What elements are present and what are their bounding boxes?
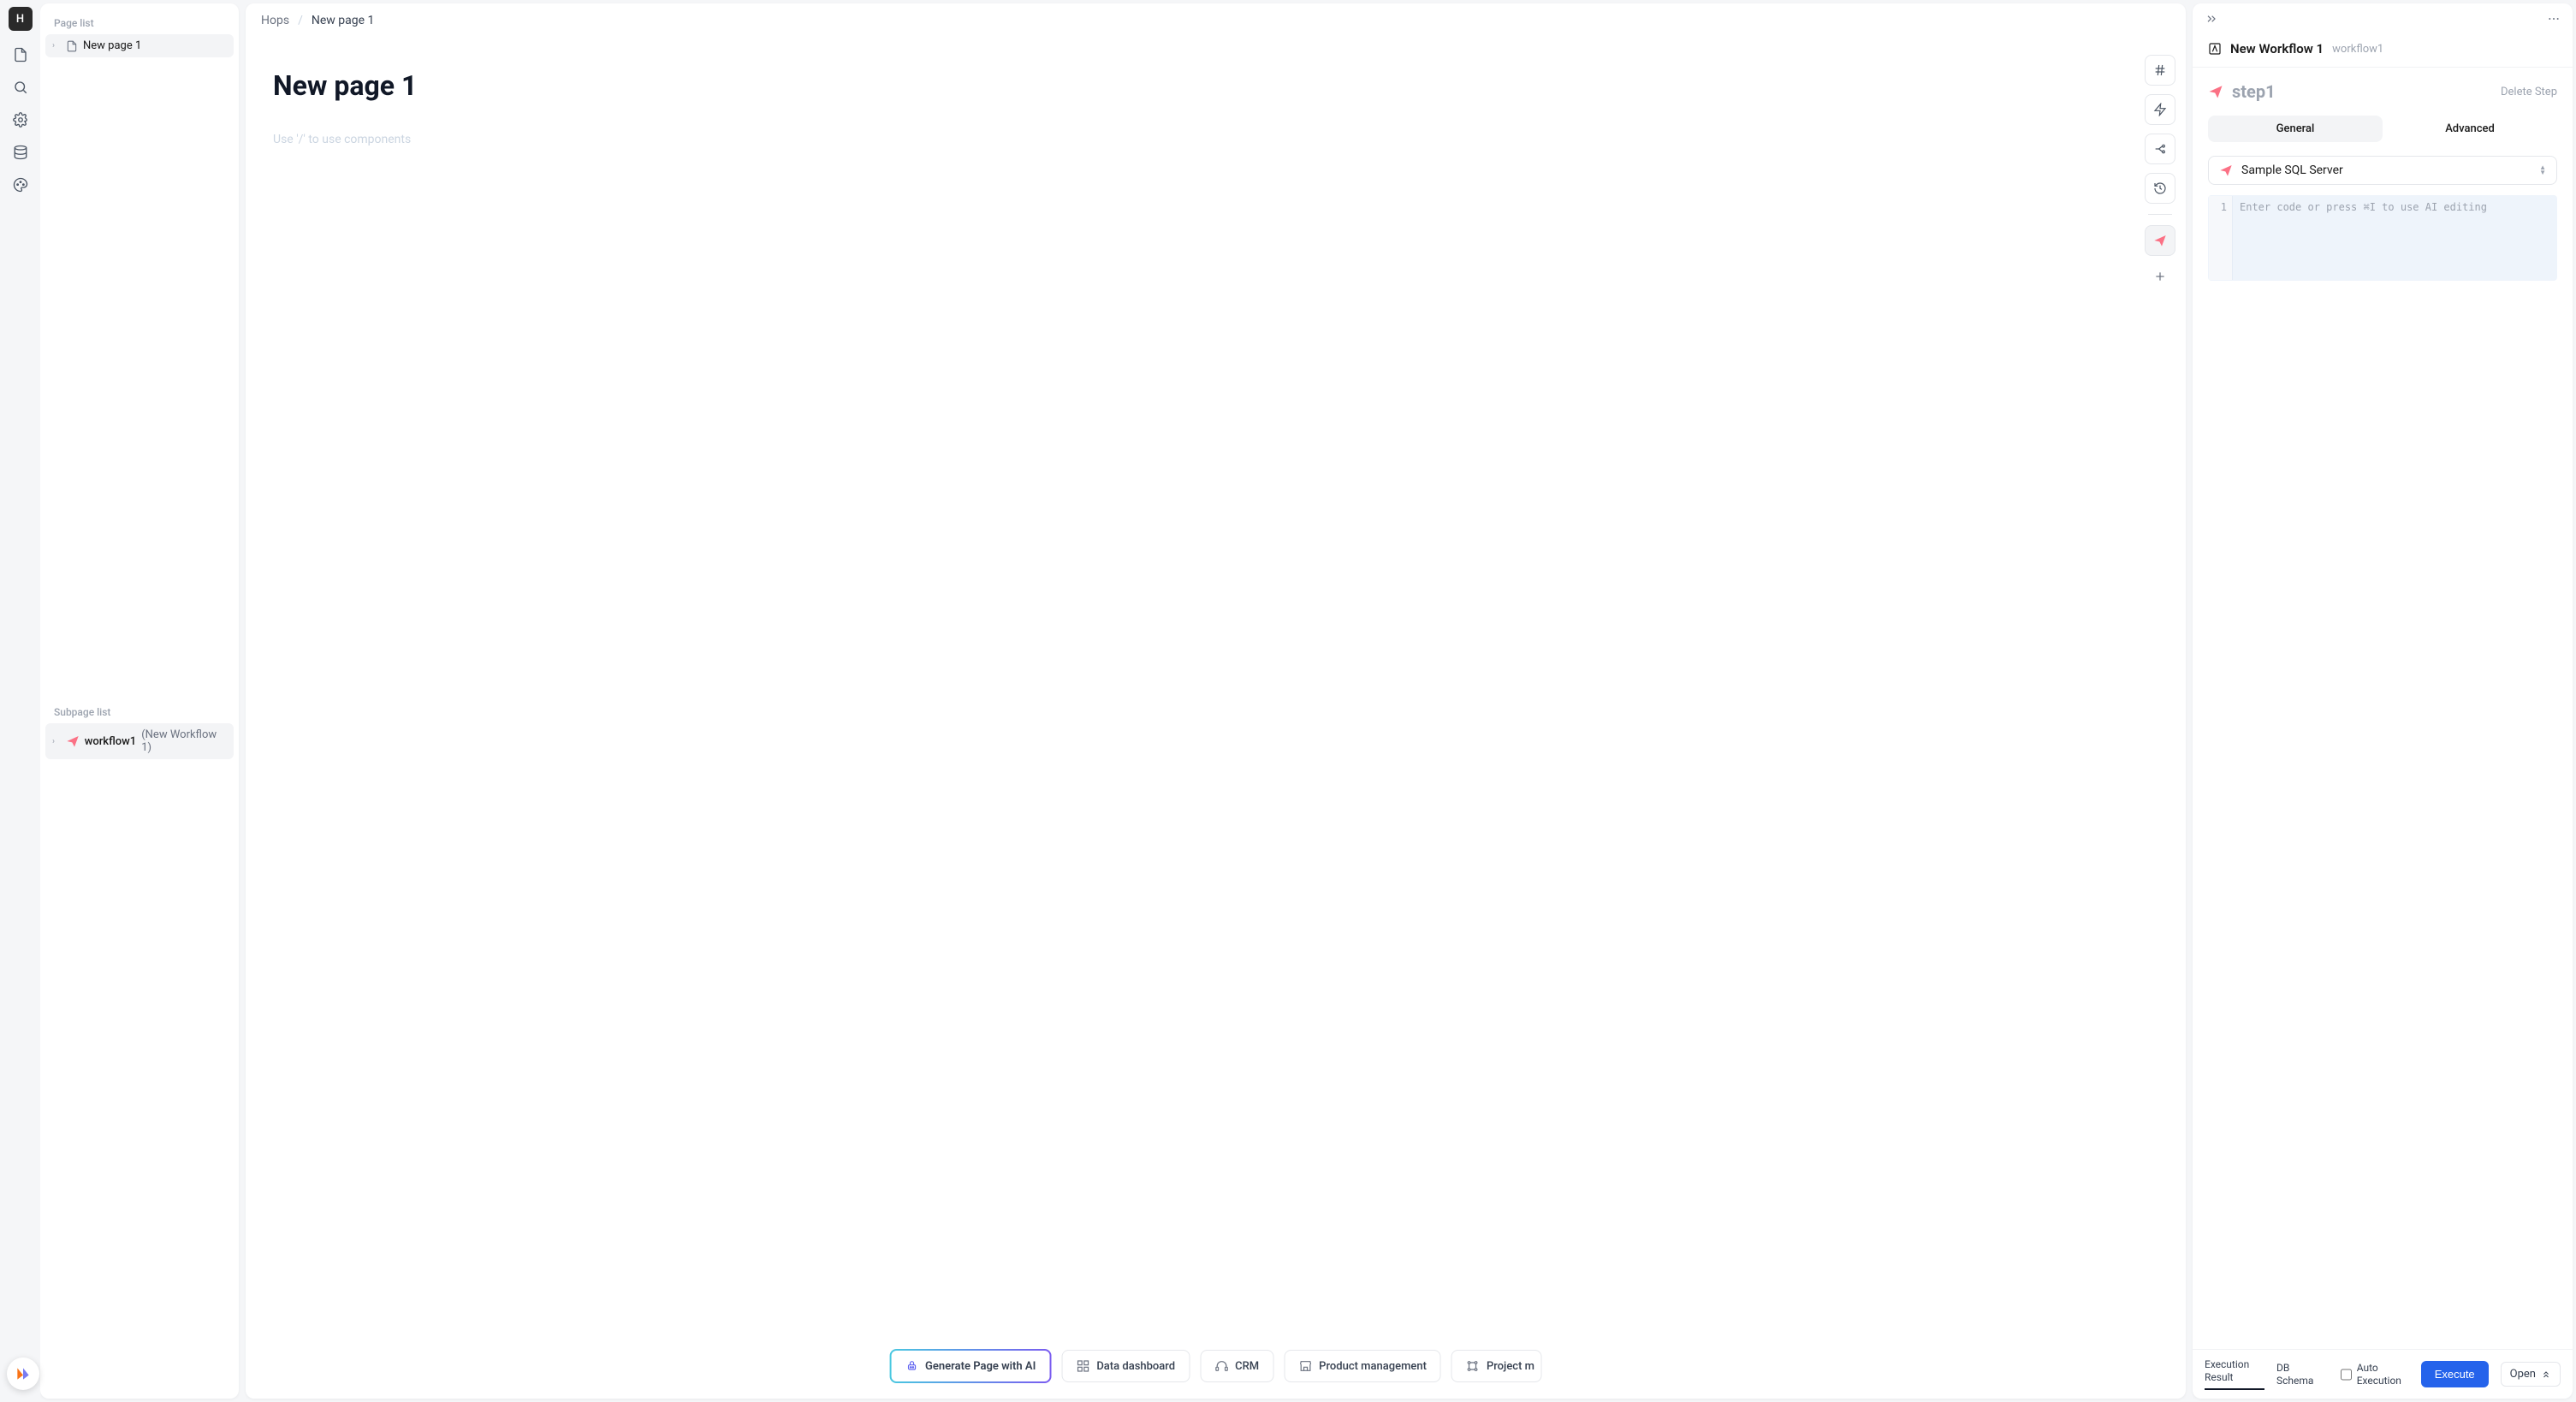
execute-button[interactable]: Execute bbox=[2421, 1361, 2489, 1387]
delete-step-button[interactable]: Delete Step bbox=[2501, 86, 2557, 98]
footer-tab-execution-result[interactable]: Execution Result bbox=[2205, 1358, 2264, 1390]
breadcrumb-current: New page 1 bbox=[312, 14, 375, 27]
template-data-dashboard[interactable]: Data dashboard bbox=[1061, 1350, 1190, 1382]
main-editor: Hops / New page 1 New page 1 Use '/' to … bbox=[246, 3, 2186, 1399]
code-input[interactable]: Enter code or press ⌘I to use AI editing bbox=[2233, 196, 2556, 280]
template-dashboard-label: Data dashboard bbox=[1096, 1360, 1175, 1373]
open-label: Open bbox=[2510, 1368, 2536, 1381]
template-product-label: Product management bbox=[1319, 1360, 1427, 1373]
template-bar: Generate Page with AI Data dashboard CRM… bbox=[889, 1349, 1542, 1383]
datasource-select[interactable]: Sample SQL Server ▲▼ bbox=[2208, 156, 2557, 185]
template-crm[interactable]: CRM bbox=[1200, 1350, 1273, 1382]
hops-logo[interactable] bbox=[7, 1357, 39, 1390]
page-title[interactable]: New page 1 bbox=[273, 69, 2158, 102]
settings-icon[interactable] bbox=[12, 111, 29, 128]
step-name[interactable]: step1 bbox=[2232, 81, 2276, 102]
search-icon[interactable] bbox=[12, 79, 29, 96]
hash-tool-icon[interactable] bbox=[2145, 55, 2175, 86]
file-icon bbox=[66, 40, 78, 52]
workflow-icon bbox=[66, 734, 80, 748]
chevrons-up-icon bbox=[2541, 1369, 2551, 1380]
dashboard-icon bbox=[1076, 1359, 1089, 1373]
template-project[interactable]: Project m bbox=[1451, 1350, 1542, 1382]
editor-placeholder[interactable]: Use '/' to use components bbox=[273, 133, 2158, 146]
template-crm-label: CRM bbox=[1235, 1360, 1259, 1373]
sidebar-subpage-item[interactable]: › workflow1 (New Workflow 1) bbox=[45, 723, 234, 759]
store-icon bbox=[1298, 1359, 1312, 1373]
sidebar-page-item[interactable]: › New page 1 bbox=[45, 34, 234, 57]
tab-general[interactable]: General bbox=[2208, 116, 2383, 142]
sidebar: Page list › New page 1 Subpage list › wo… bbox=[40, 3, 239, 1399]
chevron-right-icon[interactable]: › bbox=[52, 737, 61, 746]
generate-with-ai-button[interactable]: Generate Page with AI bbox=[889, 1349, 1051, 1383]
code-editor[interactable]: 1 Enter code or press ⌘I to use AI editi… bbox=[2208, 195, 2557, 281]
palette-icon[interactable] bbox=[12, 176, 29, 193]
headset-icon bbox=[1214, 1359, 1228, 1373]
left-rail: H bbox=[0, 0, 40, 1402]
sidebar-page-label: New page 1 bbox=[83, 39, 141, 52]
auto-execution-label: Auto Execution bbox=[2357, 1362, 2409, 1387]
database-icon[interactable] bbox=[12, 144, 29, 161]
nodes-icon bbox=[1466, 1359, 1480, 1373]
right-panel: New Workflow 1 workflow1 step1 Delete St… bbox=[2193, 3, 2573, 1399]
ai-icon bbox=[905, 1359, 918, 1373]
breadcrumb-separator: / bbox=[298, 14, 303, 27]
workflow-title[interactable]: New Workflow 1 bbox=[2230, 41, 2324, 56]
workflow-id: workflow1 bbox=[2332, 43, 2383, 56]
tool-divider bbox=[2148, 214, 2172, 215]
generate-ai-label: Generate Page with AI bbox=[925, 1360, 1036, 1373]
component-tools bbox=[2145, 55, 2175, 288]
code-gutter: 1 bbox=[2209, 196, 2233, 280]
breadcrumb-root[interactable]: Hops bbox=[261, 14, 289, 27]
workspace-avatar[interactable]: H bbox=[9, 7, 33, 31]
breadcrumb: Hops / New page 1 bbox=[246, 3, 2186, 39]
collapse-panel-icon[interactable] bbox=[2205, 12, 2218, 26]
workflow-type-icon bbox=[2208, 42, 2222, 56]
pages-icon[interactable] bbox=[12, 46, 29, 63]
subpage-name: workflow1 bbox=[85, 735, 137, 748]
add-tool-icon[interactable] bbox=[2145, 264, 2175, 288]
template-project-label: Project m bbox=[1487, 1360, 1534, 1373]
branch-tool-icon[interactable] bbox=[2145, 134, 2175, 164]
auto-execution-input[interactable] bbox=[2341, 1369, 2352, 1381]
template-product-management[interactable]: Product management bbox=[1284, 1350, 1441, 1382]
chevron-right-icon[interactable]: › bbox=[52, 41, 61, 50]
tab-advanced[interactable]: Advanced bbox=[2383, 116, 2557, 142]
datasource-label: Sample SQL Server bbox=[2241, 163, 2343, 177]
lightning-tool-icon[interactable] bbox=[2145, 94, 2175, 125]
subpage-list-heading: Subpage list bbox=[45, 701, 234, 723]
history-tool-icon[interactable] bbox=[2145, 173, 2175, 204]
footer-tab-db-schema[interactable]: DB Schema bbox=[2276, 1362, 2329, 1387]
auto-execution-checkbox[interactable]: Auto Execution bbox=[2341, 1362, 2409, 1387]
more-icon[interactable] bbox=[2547, 12, 2561, 26]
chevron-updown-icon: ▲▼ bbox=[2539, 165, 2546, 175]
open-button[interactable]: Open bbox=[2501, 1362, 2561, 1387]
step-icon bbox=[2208, 84, 2223, 99]
page-list-heading: Page list bbox=[45, 12, 234, 34]
workflow-step-tool-icon[interactable] bbox=[2145, 225, 2175, 256]
subpage-workflow-label: (New Workflow 1) bbox=[141, 728, 227, 754]
datasource-icon bbox=[2219, 163, 2233, 177]
